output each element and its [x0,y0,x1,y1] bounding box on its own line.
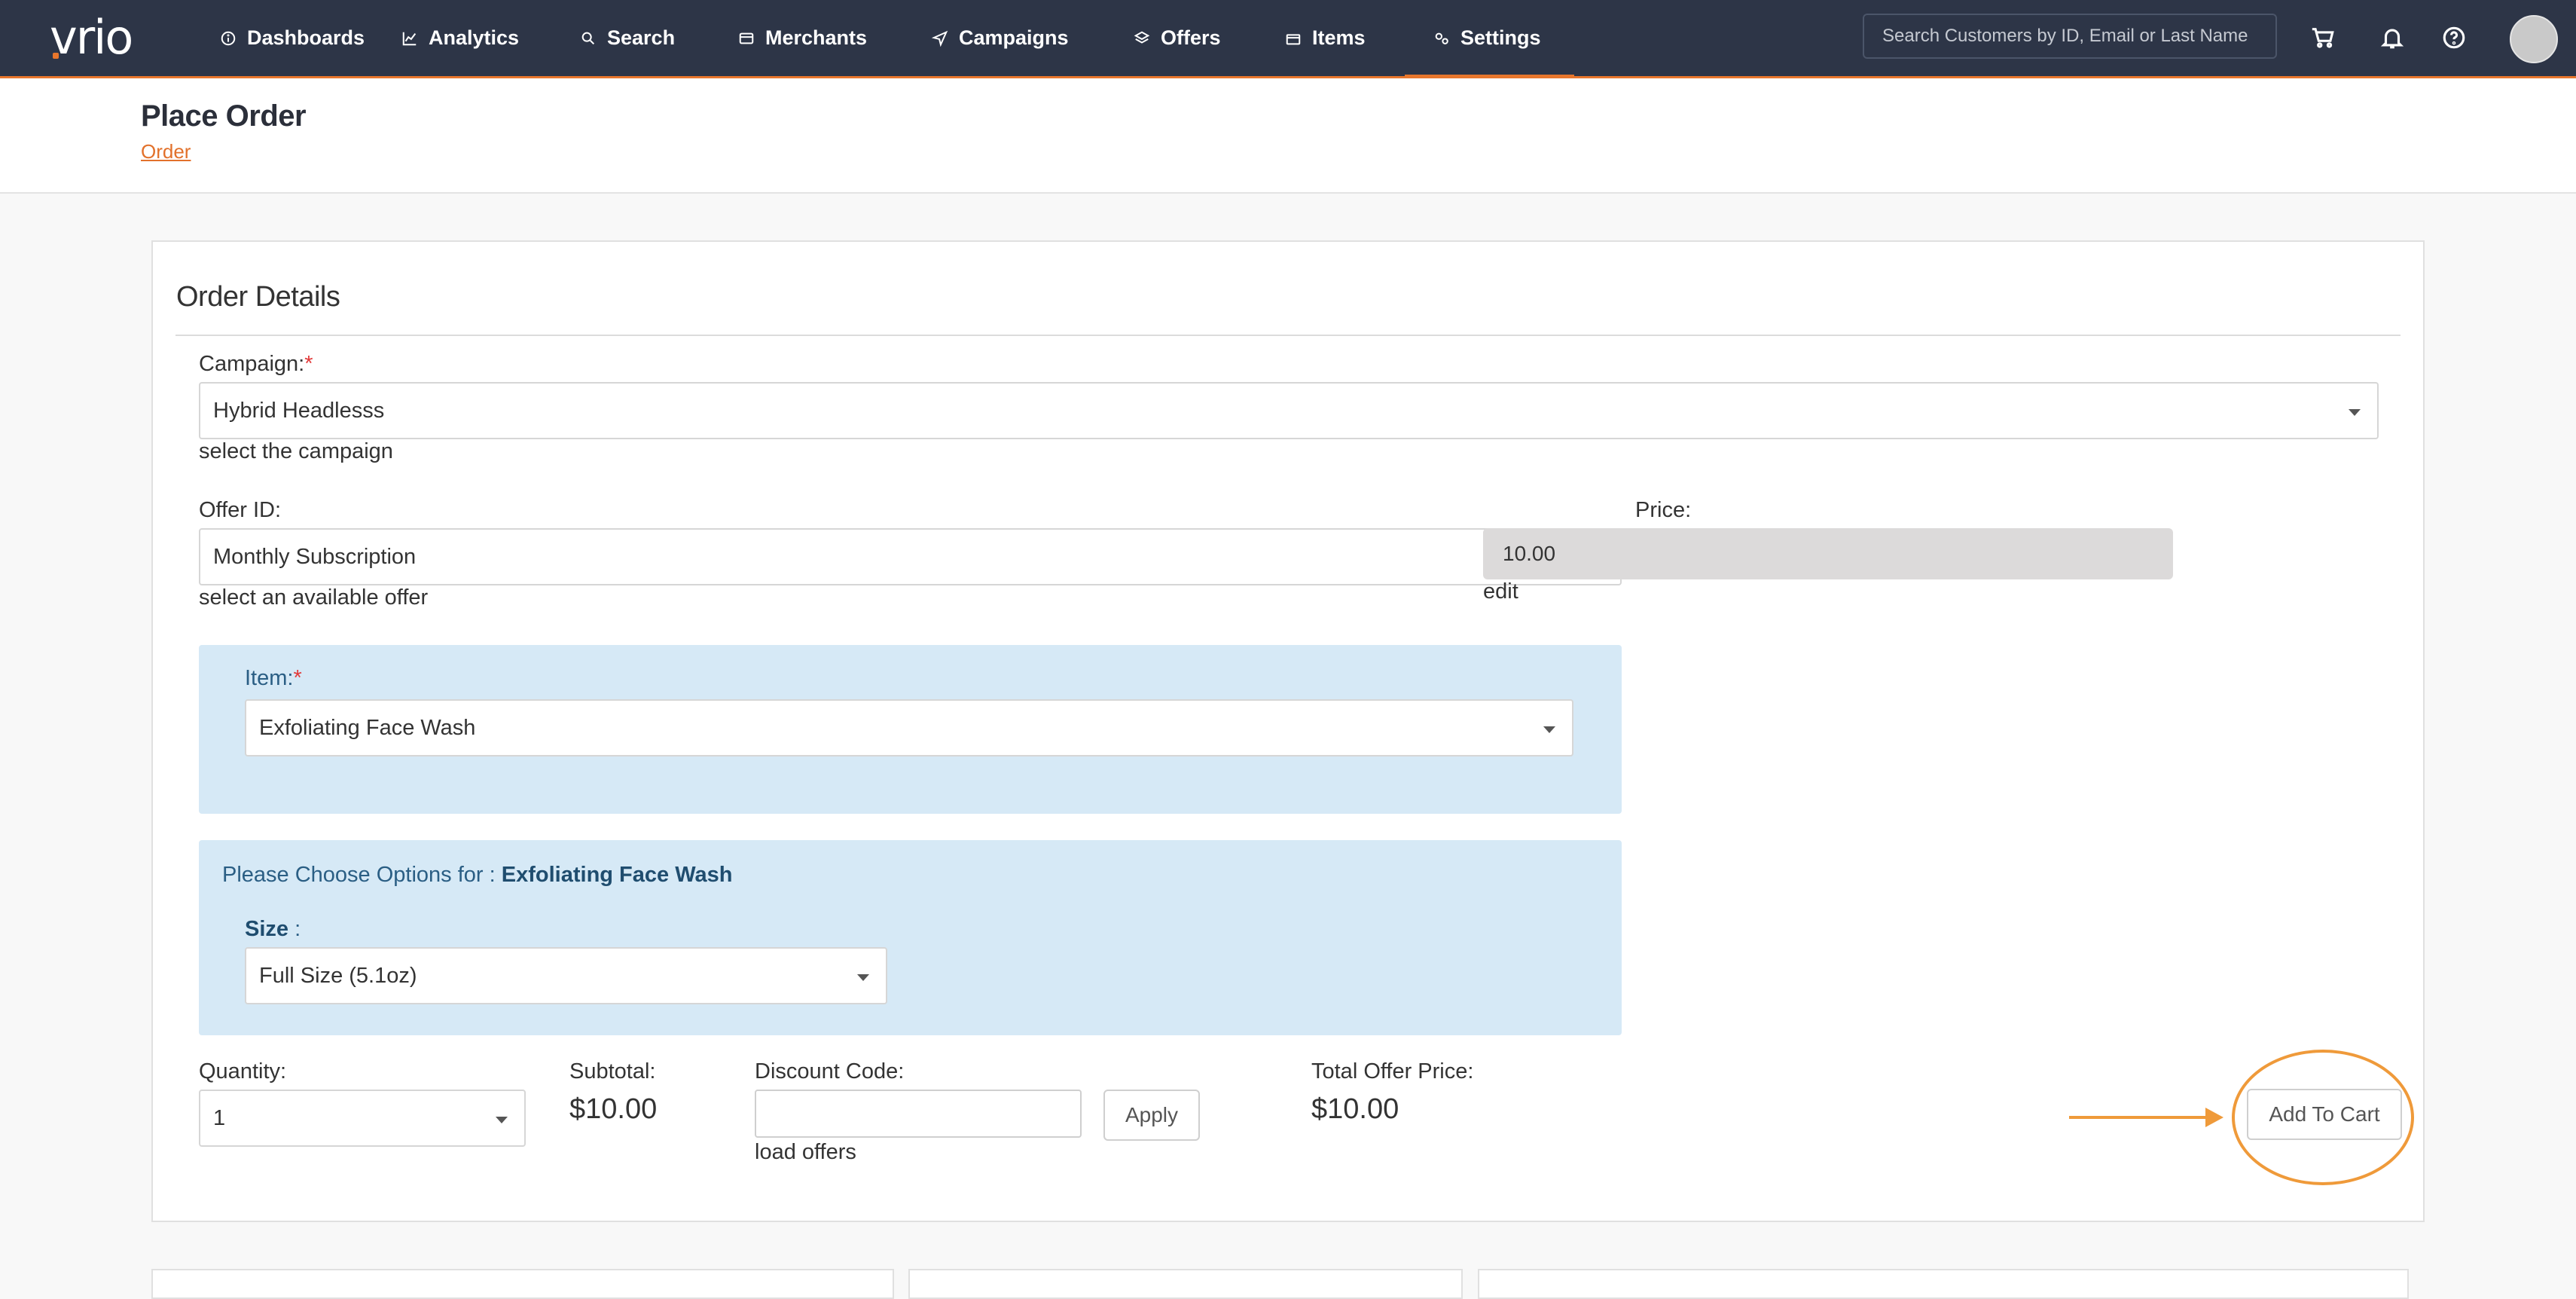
nav-label: Settings [1460,26,1541,49]
info-circle-icon [221,31,236,45]
apply-button[interactable]: Apply [1103,1090,1200,1141]
quantity-select[interactable]: 1 [199,1090,526,1147]
options-heading: Please Choose Options for : Exfoliating … [222,863,732,888]
chevron-down-icon [1543,726,1555,733]
lower-card [908,1269,1463,1299]
help-circle-icon [2443,26,2465,49]
cart-button[interactable] [2308,23,2338,53]
line-chart-icon [402,32,417,45]
nav-label: Search [607,26,676,49]
breadcrumb-order[interactable]: Order [141,140,191,164]
logo-text: vrio [50,9,133,65]
nav-offers[interactable]: Offers [1134,0,1221,76]
customer-search-input[interactable] [1863,14,2277,59]
options-panel: Please Choose Options for : Exfoliating … [199,840,1622,1035]
size-label-sep: : [288,917,301,941]
offer-value: Monthly Subscription [213,544,417,569]
nav-merchants[interactable]: Merchants [738,0,867,76]
nav-campaigns[interactable]: Campaigns [932,0,1069,76]
nav-label: Campaigns [959,26,1069,49]
total-label: Total Offer Price: [1311,1059,1474,1084]
logo-accent [53,53,59,59]
nav-label: Merchants [765,26,868,49]
notifications-button[interactable] [2377,23,2407,53]
price-edit-link[interactable]: edit [1483,579,1518,604]
annotation-arrow [2069,1116,2212,1119]
required-mark: * [293,666,302,690]
item-panel: Item:* Exfoliating Face Wash [199,645,1622,814]
gears-icon [1435,32,1448,44]
total-value: $10.00 [1311,1093,1399,1125]
nav-label: Analytics [429,26,520,49]
nav-settings[interactable]: Settings [1405,0,1573,78]
vrio-logo[interactable]: vrio [50,10,133,65]
chevron-down-icon [496,1117,508,1123]
help-button[interactable] [2439,23,2469,53]
user-avatar[interactable] [2510,15,2558,63]
quantity-value: 1 [213,1105,226,1130]
quantity-label: Quantity: [199,1059,287,1084]
item-select[interactable]: Exfoliating Face Wash [245,699,1573,756]
discount-label: Discount Code: [755,1059,905,1084]
discount-code-input[interactable] [755,1090,1082,1138]
size-label-text: Size [245,917,289,941]
page-header: Place Order Order [0,78,2576,194]
search-icon [581,32,595,44]
divider [175,335,2401,336]
nav-label: Offers [1161,26,1221,49]
lower-card [151,1269,894,1299]
section-title: Order Details [176,281,340,313]
campaign-label-text: Campaign: [199,352,305,376]
item-label: Item:* [245,666,302,691]
item-value: Exfoliating Face Wash [259,715,476,740]
box-icon [1286,33,1301,44]
page-title: Place Order [141,99,307,133]
credit-card-icon [739,32,754,44]
offer-select[interactable]: Monthly Subscription [199,528,1622,585]
offer-help: select an available offer [199,585,429,610]
paper-plane-icon [932,30,948,47]
bell-icon [2380,29,2404,49]
offer-label: Offer ID: [199,498,282,522]
size-value: Full Size (5.1oz) [259,963,417,988]
options-item-name: Exfoliating Face Wash [501,863,733,887]
subtotal-label: Subtotal: [569,1059,656,1084]
nav-label: Dashboards [247,26,365,49]
chevron-down-icon [857,974,869,981]
size-select[interactable]: Full Size (5.1oz) [245,947,887,1004]
campaign-value: Hybrid Headlesss [213,398,385,423]
required-mark: * [304,352,313,376]
nav-label: Items [1312,26,1366,49]
nav-analytics[interactable]: Analytics [401,0,519,76]
campaign-help: select the campaign [199,439,393,463]
chevron-down-icon [2349,409,2361,416]
layers-icon [1134,31,1150,44]
subtotal-value: $10.00 [569,1093,658,1125]
cart-icon [2312,28,2334,48]
annotation-arrowhead [2205,1108,2223,1127]
order-details-card: Order Details Campaign:* Hybrid Headless… [151,240,2425,1222]
campaign-select[interactable]: Hybrid Headlesss [199,382,2379,439]
options-prefix: Please Choose Options for : [222,863,502,887]
campaign-label: Campaign:* [199,352,313,377]
annotation-circle [2232,1050,2414,1185]
nav-search[interactable]: Search [580,0,675,76]
nav-items[interactable]: Items [1285,0,1366,76]
nav-dashboards[interactable]: Dashboards [220,0,365,76]
top-navbar: vrio Dashboards Analytics Search Merchan… [0,0,2576,78]
price-label: Price: [1635,498,1692,522]
item-label-text: Item: [245,666,294,690]
load-offers-link[interactable]: load offers [755,1140,856,1165]
price-field: 10.00 [1483,528,2173,579]
lower-card [1478,1269,2409,1299]
size-label: Size : [245,917,301,942]
